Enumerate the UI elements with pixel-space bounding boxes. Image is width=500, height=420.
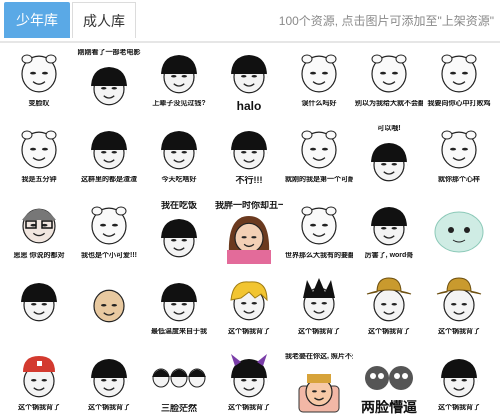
sticker-thumbnail[interactable]: 思思 你说的都对: [5, 198, 73, 266]
sticker-caption: 最低温度来自于我: [151, 328, 207, 335]
sticker-image: [20, 283, 58, 322]
sticker-thumbnail[interactable]: 这个锅我背了: [355, 274, 423, 342]
sticker-thumbnail[interactable]: 这个锅我背了: [5, 350, 73, 418]
sticker-caption: halo: [236, 100, 262, 112]
sticker-image: [434, 211, 484, 253]
sticker-grid: 变脸叹 刚刚看了一部老电影 上辈子没见过钱? halo 误什么吗好 别以为我给大: [0, 46, 500, 420]
sticker-caption: 这个锅我背了: [368, 328, 410, 335]
sticker-thumbnail[interactable]: 我要向你心中打败鸡: [425, 46, 493, 114]
sticker-caption: 我胖一时你却丑一世: [215, 201, 283, 210]
sticker-thumbnail[interactable]: 变脸叹: [5, 46, 73, 114]
sticker-thumbnail[interactable]: 两脸懵逼: [355, 350, 423, 418]
sticker-caption: 刚刚看了一部老电影: [77, 49, 141, 56]
sticker-thumbnail[interactable]: 这个锅我背了: [215, 350, 283, 418]
sticker-thumbnail[interactable]: 这个锅我背了: [215, 274, 283, 342]
sticker-caption: 不行!!!: [235, 176, 263, 185]
sticker-thumbnail[interactable]: 今天吃啥好: [145, 122, 213, 190]
sticker-image: [93, 289, 125, 323]
sticker-caption: 这个锅我背了: [228, 404, 270, 411]
sticker-thumbnail[interactable]: 我老婆在你这, 照片不少于三张: [285, 350, 353, 418]
sticker-thumbnail[interactable]: 这个锅我背了: [425, 350, 493, 418]
sticker-thumbnail[interactable]: 不行!!!: [215, 122, 283, 190]
sticker-thumbnail[interactable]: 我也是个小可爱!!!: [75, 198, 143, 266]
sticker-caption: 这个锅我背了: [88, 404, 130, 411]
sticker-thumbnail[interactable]: 可以哦!: [355, 122, 423, 190]
sticker-thumbnail[interactable]: 我在吃饭: [145, 198, 213, 266]
library-tab-bar: 少年库 成人库 100个资源, 点击图片可添加至"上架资源": [0, 0, 500, 43]
sticker-thumbnail[interactable]: 世界那么大我有的要翻墙: [285, 198, 353, 266]
sticker-thumbnail[interactable]: 厉害了, word哥: [355, 198, 423, 266]
sticker-caption: 就你那个心样: [438, 176, 480, 183]
sticker-thumbnail[interactable]: 这群里的都是渣渣: [75, 122, 143, 190]
sticker-image: [298, 374, 340, 413]
sticker-caption: 我在吃饭: [160, 201, 197, 210]
sticker-caption: 这个锅我背了: [228, 328, 270, 335]
sticker-caption: 可以哦!: [377, 125, 401, 132]
sticker-thumbnail[interactable]: 这个锅我背了: [425, 274, 493, 342]
sticker-caption: 这群里的都是渣渣: [81, 176, 137, 183]
sticker-image: [90, 67, 128, 106]
sticker-caption: 我也是个小可爱!!!: [81, 252, 137, 259]
sticker-caption: 我要向你心中打败鸡: [427, 100, 491, 107]
sticker-thumbnail[interactable]: [5, 274, 73, 342]
sticker-thumbnail[interactable]: 三脸茫然: [145, 350, 213, 418]
sticker-caption: 变脸叹: [28, 100, 50, 107]
sticker-thumbnail[interactable]: 别以为我给大就不会翻脸: [355, 46, 423, 114]
sticker-thumbnail[interactable]: 这个锅我背了: [285, 274, 353, 342]
sticker-thumbnail[interactable]: 刚刚看了一部老电影: [75, 46, 143, 114]
sticker-thumbnail[interactable]: [425, 198, 493, 266]
sticker-caption: 思思 你说的都对: [13, 252, 65, 259]
sticker-caption: 我老婆在你这, 照片不少于三张: [285, 353, 353, 360]
sticker-thumbnail[interactable]: 我是五分钟: [5, 122, 73, 190]
sticker-caption: 我是五分钟: [21, 176, 57, 183]
sticker-caption: 厉害了, word哥: [364, 252, 414, 259]
sticker-thumbnail[interactable]: 最低温度来自于我: [145, 274, 213, 342]
sticker-caption: 就刚的我是第一个可耐的: [285, 176, 353, 183]
sticker-caption: 这个锅我背了: [298, 328, 340, 335]
sticker-thumbnail[interactable]: 就你那个心样: [425, 122, 493, 190]
sticker-caption: 这个锅我背了: [438, 404, 480, 411]
sticker-caption: 别以为我给大就不会翻脸: [355, 100, 423, 107]
tab-youth-library[interactable]: 少年库: [4, 2, 70, 38]
sticker-thumbnail[interactable]: 上辈子没见过钱?: [145, 46, 213, 114]
sticker-caption: 上辈子没见过钱?: [152, 100, 206, 107]
sticker-thumbnail[interactable]: 我胖一时你却丑一世: [215, 198, 283, 266]
sticker-caption: 今天吃啥好: [161, 176, 197, 183]
sticker-caption: 三脸茫然: [160, 404, 197, 413]
sticker-caption: 这个锅我背了: [438, 328, 480, 335]
sticker-caption: 误什么吗好: [301, 100, 337, 107]
sticker-thumbnail[interactable]: halo: [215, 46, 283, 114]
sticker-caption: 这个锅我背了: [18, 404, 60, 411]
resource-notice: 100个资源, 点击图片可添加至"上架资源": [278, 14, 494, 28]
sticker-caption: 两脸懵逼: [361, 400, 417, 414]
sticker-thumbnail[interactable]: 这个锅我背了: [75, 350, 143, 418]
sticker-caption: 世界那么大我有的要翻墙: [285, 252, 353, 259]
sticker-thumbnail[interactable]: 误什么吗好: [285, 46, 353, 114]
tab-adult-library[interactable]: 成人库: [72, 2, 136, 38]
sticker-image: [370, 143, 408, 182]
sticker-thumbnail[interactable]: 就刚的我是第一个可耐的: [285, 122, 353, 190]
sticker-thumbnail[interactable]: [75, 274, 143, 342]
